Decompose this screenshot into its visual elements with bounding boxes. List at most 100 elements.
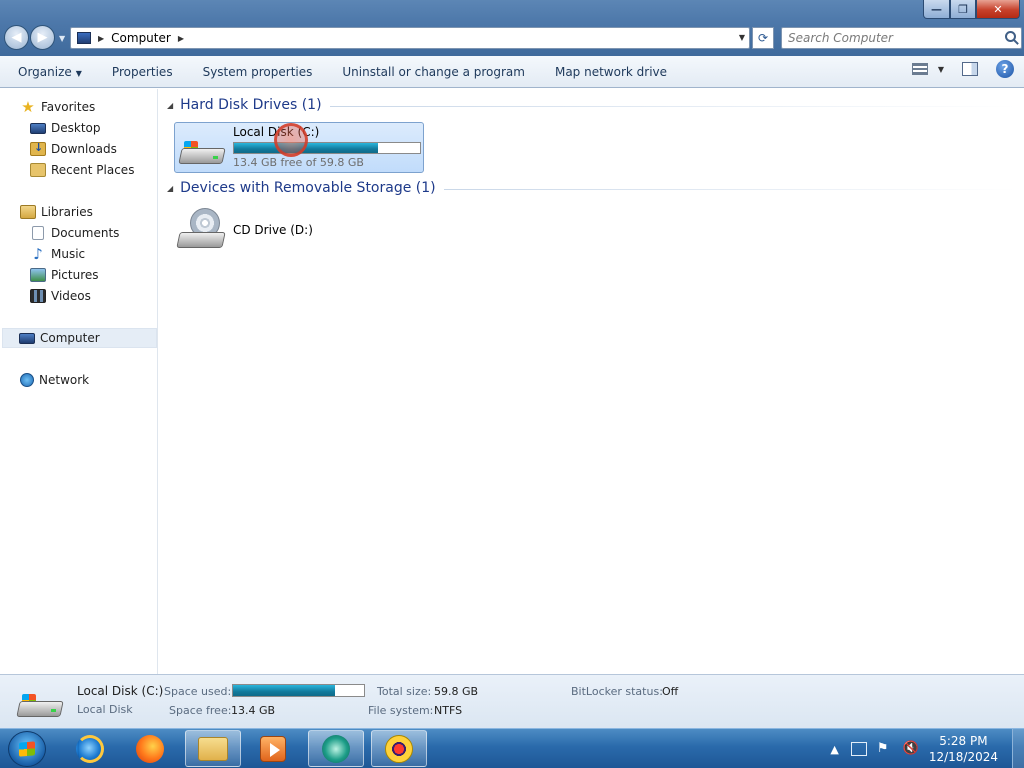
group-title: Devices with Removable Storage (1) <box>180 180 435 196</box>
group-header-hard-disk-drives[interactable]: ◢ Hard Disk Drives (1) <box>167 97 1017 113</box>
taskbar-app[interactable] <box>308 730 364 767</box>
drive-name: CD Drive (D:) <box>233 223 313 237</box>
breadcrumb-separator-icon[interactable]: ▶ <box>98 34 104 43</box>
nav-pictures-label: Pictures <box>51 268 99 282</box>
pictures-icon <box>30 268 46 282</box>
clock-date: 12/18/2024 <box>928 750 998 764</box>
chevron-down-icon: ▼ <box>75 68 82 78</box>
address-history-dropdown-icon[interactable]: ▼ <box>739 33 745 42</box>
organize-label: Organize <box>18 64 72 79</box>
nav-videos[interactable]: Videos <box>30 286 91 306</box>
drive-cd-d[interactable]: CD Drive (D:) <box>174 206 424 258</box>
documents-icon <box>32 226 44 240</box>
breadcrumb-computer[interactable]: Computer <box>111 31 171 45</box>
clock[interactable]: 5:28 PM 12/18/2024 <box>929 733 998 765</box>
internet-explorer-icon <box>76 734 104 763</box>
window-controls: — ❐ ✕ <box>923 0 1020 19</box>
collapse-triangle-icon[interactable]: ◢ <box>167 184 173 193</box>
firefox-icon <box>136 734 164 763</box>
nav-pictures[interactable]: Pictures <box>30 265 99 285</box>
bitlocker-value: Off <box>662 685 679 698</box>
taskbar-media-player[interactable] <box>245 730 301 767</box>
network-status-icon[interactable] <box>850 742 867 756</box>
app-icon <box>322 734 350 763</box>
space-free-value: 13.4 GB <box>231 704 276 717</box>
group-title: Hard Disk Drives (1) <box>180 97 321 113</box>
maximize-button[interactable]: ❐ <box>950 0 976 19</box>
volume-muted-icon[interactable]: 🔇 <box>903 742 919 756</box>
star-icon: ★ <box>21 98 35 116</box>
breadcrumb-separator-icon[interactable]: ▶ <box>178 34 184 43</box>
forward-arrow-icon: ▶ <box>37 30 48 45</box>
nav-favorites-label: Favorites <box>41 100 96 114</box>
computer-icon <box>19 332 35 344</box>
start-button[interactable] <box>8 731 46 767</box>
nav-music[interactable]: ♪ Music <box>30 244 85 264</box>
click-indicator <box>274 123 308 157</box>
group-divider <box>329 105 1017 107</box>
address-bar[interactable]: ▶ Computer ▶ ▼ <box>70 27 750 49</box>
help-icon[interactable]: ? <box>996 60 1014 78</box>
view-controls: ▼ ? <box>911 60 1014 78</box>
search-icon[interactable] <box>1005 31 1016 42</box>
forward-button[interactable]: ▶ <box>30 25 55 50</box>
nav-downloads-label: Downloads <box>51 142 117 156</box>
properties-button[interactable]: Properties <box>97 60 188 84</box>
content-area: ◢ Hard Disk Drives (1) Local Disk (C:) 1… <box>159 89 1024 674</box>
back-button[interactable]: ◀ <box>4 25 29 50</box>
change-view-icon[interactable] <box>911 63 928 75</box>
uninstall-program-button[interactable]: Uninstall or change a program <box>327 60 540 84</box>
taskbar-screen-recorder[interactable] <box>371 730 427 767</box>
taskbar: ▲ ⚑ 🔇 5:28 PM 12/18/2024 <box>0 728 1024 768</box>
show-desktop-button[interactable] <box>1012 729 1024 768</box>
nav-favorites[interactable]: ★ Favorites <box>20 97 95 117</box>
nav-recent-places-label: Recent Places <box>51 163 135 177</box>
nav-downloads[interactable]: Downloads <box>30 139 117 159</box>
nav-libraries[interactable]: Libraries <box>20 202 93 222</box>
taskbar-firefox[interactable] <box>122 730 178 767</box>
file-system-value: NTFS <box>434 704 463 717</box>
space-free-label: Space free: <box>169 704 232 717</box>
show-hidden-icons-icon[interactable]: ▲ <box>830 743 838 756</box>
libraries-icon <box>20 205 36 219</box>
preview-pane-icon[interactable] <box>962 62 978 76</box>
system-tray: ▲ ⚑ 🔇 5:28 PM 12/18/2024 <box>830 729 1024 768</box>
downloads-icon <box>30 141 46 156</box>
taskbar-internet-explorer[interactable] <box>62 730 118 767</box>
command-bar: Organize ▼ Properties System properties U… <box>0 56 1024 88</box>
recent-pages-dropdown[interactable]: ▼ <box>59 34 65 50</box>
file-system-label: File system: <box>368 704 434 717</box>
navigation-pane: ★ Favorites Desktop Downloads Recent Plac… <box>0 89 158 674</box>
group-header-removable-storage[interactable]: ◢ Devices with Removable Storage (1) <box>167 180 1017 196</box>
nav-recent-places[interactable]: Recent Places <box>30 160 134 180</box>
search-box[interactable] <box>781 27 1022 49</box>
navigation-buttons: ◀ ▶ ▼ <box>4 25 65 50</box>
close-button[interactable]: ✕ <box>976 0 1020 19</box>
map-network-drive-button[interactable]: Map network drive <box>540 60 682 84</box>
search-input[interactable] <box>788 28 998 48</box>
group-count: (1) <box>301 97 322 113</box>
nav-documents-label: Documents <box>51 226 120 240</box>
videos-icon <box>30 289 46 303</box>
nav-music-label: Music <box>51 247 86 261</box>
system-properties-button[interactable]: System properties <box>188 60 328 84</box>
group-count: (1) <box>415 180 436 196</box>
view-options-dropdown-icon[interactable]: ▼ <box>938 65 944 74</box>
action-center-flag-icon[interactable]: ⚑ <box>877 742 893 756</box>
nav-computer[interactable]: Computer <box>2 328 157 348</box>
details-drive-name: Local Disk (C:) <box>77 684 164 698</box>
nav-documents[interactable]: Documents <box>30 223 119 243</box>
refresh-button[interactable]: ⟳ <box>752 27 774 49</box>
collapse-triangle-icon[interactable]: ◢ <box>167 101 173 110</box>
music-icon: ♪ <box>33 245 43 263</box>
media-player-icon <box>260 735 286 762</box>
nav-desktop-label: Desktop <box>51 121 101 135</box>
nav-desktop[interactable]: Desktop <box>30 118 101 138</box>
organize-menu[interactable]: Organize ▼ <box>0 60 97 84</box>
drive-info: Local Disk (C:) 13.4 GB free of 59.8 GB <box>233 125 421 172</box>
taskbar-windows-explorer[interactable] <box>185 730 241 767</box>
desktop-icon <box>30 122 46 134</box>
nav-network[interactable]: Network <box>20 370 89 390</box>
drive-name: Local Disk (C:) <box>233 125 320 139</box>
minimize-button[interactable]: — <box>923 0 950 19</box>
